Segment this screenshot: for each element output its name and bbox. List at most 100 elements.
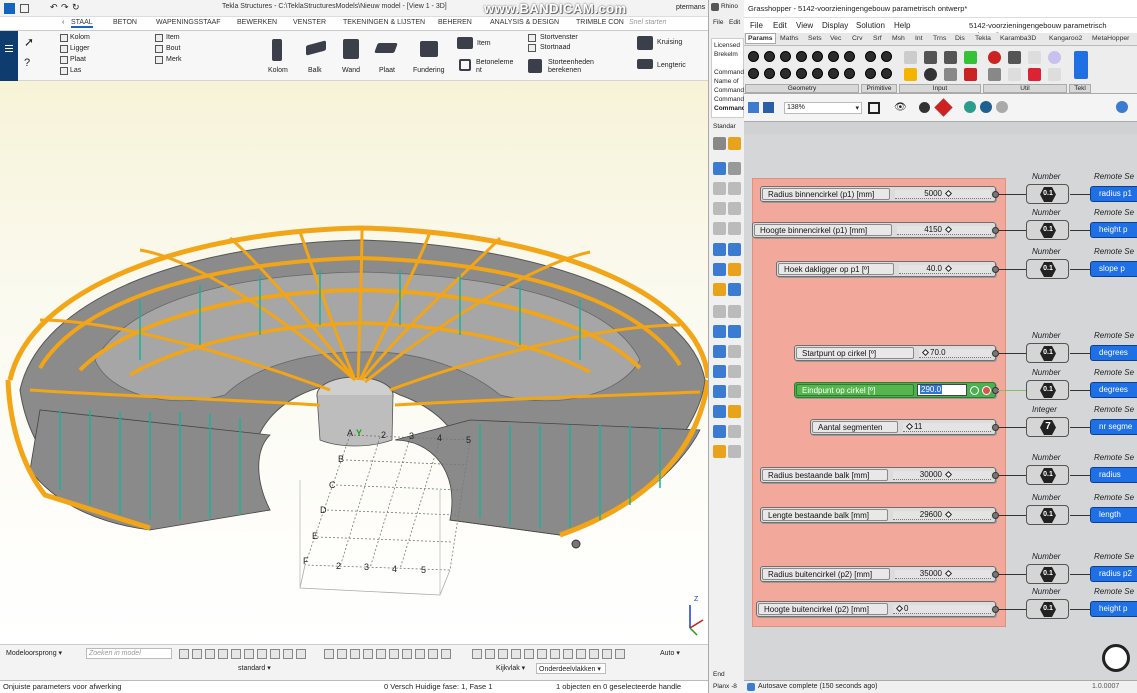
gh-bake-icon[interactable] (964, 101, 976, 113)
redo-icon[interactable]: ↷ (61, 2, 69, 13)
rhino-tool-9-icon[interactable] (713, 222, 726, 235)
param-5-icon[interactable] (812, 51, 823, 62)
slider-handle-icon[interactable] (944, 569, 953, 578)
slider-2[interactable]: Hoogte binnencirkel (p1) [mm] 4150 (752, 222, 999, 238)
gh-tab-trns[interactable]: Trns (933, 35, 946, 42)
param-10-icon[interactable] (780, 68, 791, 79)
slider-handle-icon[interactable] (944, 510, 953, 519)
rhino-tool-21-icon[interactable] (713, 345, 726, 358)
view-tool-11-icon[interactable] (602, 649, 612, 659)
input-6-icon[interactable] (924, 68, 937, 81)
tab-trimble[interactable]: TRIMBLE CON (576, 19, 624, 26)
select-part-icon[interactable] (192, 649, 202, 659)
param-2-icon[interactable] (764, 51, 775, 62)
merk-small-icon[interactable] (155, 56, 163, 64)
lengte-label[interactable]: Lengteric (657, 62, 686, 69)
rhino-tool-29-icon[interactable] (713, 425, 726, 438)
slider-group[interactable] (752, 178, 1006, 627)
rhino-tool-18-icon[interactable] (728, 305, 741, 318)
item-icon[interactable] (457, 37, 473, 49)
slider-handle-icon[interactable] (905, 422, 914, 431)
input-5-icon[interactable] (904, 68, 917, 81)
select-arrow-icon[interactable]: ➚ (24, 35, 34, 49)
plaat-big-label[interactable]: Plaat (379, 67, 395, 74)
fundering-icon[interactable] (420, 41, 438, 57)
gh-menu-help[interactable]: Help (894, 21, 910, 30)
util-1-icon[interactable] (988, 51, 1001, 64)
rhino-tool-25-icon[interactable] (713, 385, 726, 398)
category-primitive[interactable]: Primitive (861, 84, 897, 93)
cancel-icon[interactable] (982, 386, 991, 395)
gh-menu-edit[interactable]: Edit (773, 21, 787, 30)
gh-tab-karamba[interactable]: Karamba3D (1000, 35, 1036, 42)
gh-tab-msh[interactable]: Msh (892, 35, 905, 42)
rhino-tool-20-icon[interactable] (728, 325, 741, 338)
gh-cluster-icon[interactable] (980, 101, 992, 113)
param-3-icon[interactable] (780, 51, 791, 62)
gh-tab-int[interactable]: Int (915, 35, 923, 42)
refresh-icon[interactable]: ↻ (72, 2, 80, 13)
number-param[interactable]: 0.1 (1026, 465, 1069, 485)
stortvenster-label[interactable]: Stortvenster (540, 34, 578, 41)
slider-7[interactable]: Radius bestaande balk [mm] 30000 (760, 467, 999, 483)
number-param[interactable]: 0.1 (1026, 564, 1069, 584)
snap-9-icon[interactable] (428, 649, 438, 659)
slider-handle-icon[interactable] (944, 264, 953, 273)
select-weld-icon[interactable] (244, 649, 254, 659)
view-tool-7-icon[interactable] (550, 649, 560, 659)
gh-menu-file[interactable]: File (750, 21, 763, 30)
input-4-icon[interactable] (964, 51, 977, 64)
tab-arrow-icon[interactable]: ‹ (62, 19, 64, 26)
param-9-icon[interactable] (764, 68, 775, 79)
slider-handle-icon[interactable] (895, 604, 904, 613)
gh-tab-dis[interactable]: Dis (955, 35, 965, 42)
param-4-icon[interactable] (796, 51, 807, 62)
gh-compass-icon[interactable] (1102, 644, 1130, 672)
rhino-menu-edit[interactable]: Edit (729, 19, 740, 26)
bout-small-label[interactable]: Bout (166, 45, 180, 52)
rhino-tool-11-icon[interactable] (713, 243, 726, 256)
select-all-icon[interactable] (179, 649, 189, 659)
input-1-icon[interactable] (904, 51, 917, 64)
tab-bewerken[interactable]: BEWERKEN (237, 19, 277, 26)
ligger-small-icon[interactable] (60, 45, 68, 53)
view-tool-2-icon[interactable] (485, 649, 495, 659)
param-12-icon[interactable] (812, 68, 823, 79)
rhino-tool-22-icon[interactable] (728, 345, 741, 358)
slider-5[interactable]: Eindpunt op cirkel [º] 290.0 (794, 382, 999, 398)
gh-tab-sets[interactable]: Sets (808, 35, 822, 42)
fundering-big-label[interactable]: Fundering (413, 67, 445, 74)
select-line-icon[interactable] (231, 649, 241, 659)
snap-6-icon[interactable] (389, 649, 399, 659)
rhino-tool-8-icon[interactable] (728, 202, 741, 215)
slider-10[interactable]: Hoogte buitencirkel (p2) [mm] 0 (756, 601, 999, 617)
model-search-input[interactable]: Zoeken in model (86, 648, 172, 659)
gh-tab-vec[interactable]: Vec (830, 35, 841, 42)
number-param[interactable]: 0.1 (1026, 259, 1069, 279)
gh-tab-metahopper[interactable]: MetaHopper (1092, 35, 1129, 42)
snap-8-icon[interactable] (415, 649, 425, 659)
select-rebar-icon[interactable] (283, 649, 293, 659)
rhino-osnap-end[interactable]: End (713, 671, 725, 678)
view-tool-12-icon[interactable] (615, 649, 625, 659)
number-param[interactable]: 0.1 (1026, 184, 1069, 204)
number-param[interactable]: 0.1 (1026, 505, 1069, 525)
rhino-tool-13-icon[interactable] (713, 263, 726, 276)
remote-sender[interactable]: slope p (1090, 261, 1137, 277)
slider-8[interactable]: Lengte bestaande balk [mm] 29600 (760, 507, 999, 523)
cmd-line-8[interactable]: Command (714, 105, 746, 112)
gh-menu-display[interactable]: Display (822, 21, 848, 30)
balk-icon[interactable] (306, 40, 326, 56)
rhino-tool-10-icon[interactable] (728, 222, 741, 235)
number-param[interactable]: 7 (1026, 417, 1069, 437)
rhino-tab-standard[interactable]: Standar (713, 123, 736, 130)
rhino-tool-7-icon[interactable] (713, 202, 726, 215)
stortnaad-icon[interactable] (528, 44, 536, 52)
number-param[interactable]: 0.1 (1026, 343, 1069, 363)
snap-1-icon[interactable] (324, 649, 334, 659)
rhino-tool-12-icon[interactable] (728, 243, 741, 256)
tab-analysis[interactable]: ANALYSIS & DESIGN (490, 19, 559, 26)
gh-zoom-dropdown[interactable]: 138% ▾ (784, 102, 862, 114)
wand-icon[interactable] (343, 39, 359, 59)
tab-tekeningen[interactable]: TEKENINGEN & LIJSTEN (343, 19, 425, 26)
